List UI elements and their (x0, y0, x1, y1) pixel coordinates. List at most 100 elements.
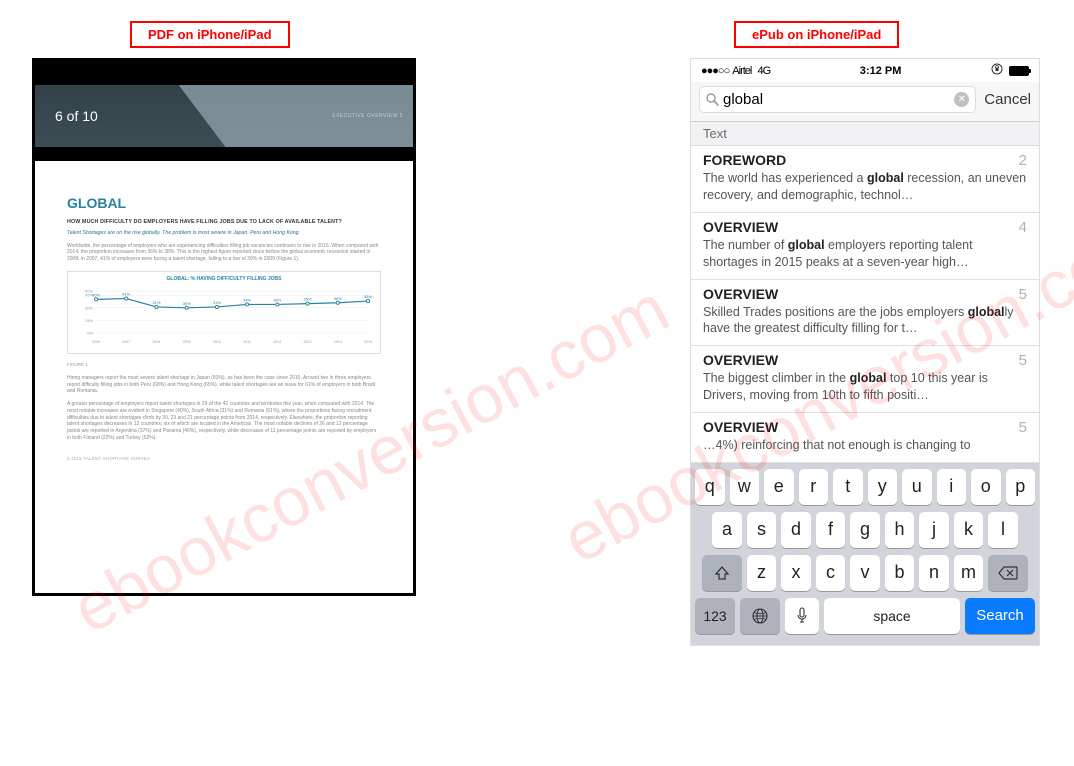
backspace-icon (998, 566, 1018, 580)
pdf-para1: Worldwide, the percentage of employers w… (67, 243, 381, 263)
result-snippet: …4%) reinforcing that not enough is chan… (703, 437, 1027, 454)
cancel-button[interactable]: Cancel (984, 91, 1031, 108)
keyboard: qwertyuiop asdfghjkl zxcvbnm 123 space S… (691, 463, 1039, 645)
key-x[interactable]: x (781, 555, 811, 591)
search-field[interactable]: ✕ (699, 86, 976, 113)
key-t[interactable]: t (833, 469, 863, 505)
result-snippet: The world has experienced a global reces… (703, 170, 1027, 204)
page-counter: 6 of 10 (55, 108, 98, 124)
svg-text:40%: 40% (92, 292, 100, 297)
svg-text:34%: 34% (273, 297, 281, 302)
pdf-heading: GLOBAL (67, 195, 381, 211)
svg-text:30%: 30% (183, 301, 191, 306)
svg-text:36%: 36% (334, 296, 342, 301)
key-search[interactable]: Search (965, 598, 1035, 634)
pdf-para3: A greater percentage of employers report… (67, 401, 381, 442)
result-title: OVERVIEW (703, 286, 778, 302)
pdf-chart: GLOBAL: % HAVING DIFFICULTY FILLING JOBS… (67, 271, 381, 354)
svg-text:31%: 31% (152, 300, 160, 305)
svg-text:2010: 2010 (213, 340, 221, 344)
search-result[interactable]: FOREWORD 2 The world has experienced a g… (691, 146, 1039, 213)
results-list[interactable]: FOREWORD 2 The world has experienced a g… (691, 146, 1039, 463)
key-p[interactable]: p (1006, 469, 1036, 505)
result-title: OVERVIEW (703, 219, 778, 235)
label-pdf: PDF on iPhone/iPad (130, 21, 290, 48)
label-epub: ePub on iPhone/iPad (734, 21, 899, 48)
search-icon (706, 93, 719, 106)
key-123[interactable]: 123 (695, 598, 735, 634)
result-snippet: Skilled Trades positions are the jobs em… (703, 304, 1027, 338)
key-i[interactable]: i (937, 469, 967, 505)
clear-search-button[interactable]: ✕ (954, 92, 969, 107)
svg-text:15%: 15% (85, 318, 93, 323)
key-r[interactable]: r (799, 469, 829, 505)
svg-text:2015: 2015 (364, 340, 372, 344)
key-v[interactable]: v (850, 555, 880, 591)
figure-caption: FIGURE 1 (67, 362, 381, 367)
key-f[interactable]: f (816, 512, 846, 548)
result-title: OVERVIEW (703, 352, 778, 368)
search-input[interactable] (723, 91, 954, 108)
search-result[interactable]: OVERVIEW 5 Skilled Trades positions are … (691, 280, 1039, 347)
svg-text:38%: 38% (364, 294, 372, 299)
key-g[interactable]: g (850, 512, 880, 548)
chart-svg: 0%15%30%45%50%20062007200820092010201120… (74, 285, 374, 345)
svg-text:2007: 2007 (122, 340, 130, 344)
orientation-lock-icon (991, 63, 1003, 78)
key-b[interactable]: b (885, 555, 915, 591)
section-label: EXECUTIVE OVERVIEW 5 (332, 113, 403, 119)
shift-icon (714, 565, 730, 581)
pdf-para2: Hiring managers report the most severe t… (67, 375, 381, 395)
pdf-footer: 5 2015 TALENT SHORTAGE SURVEY (67, 456, 381, 461)
svg-text:30%: 30% (85, 305, 93, 310)
globe-icon (751, 607, 769, 625)
key-y[interactable]: y (868, 469, 898, 505)
key-backspace[interactable] (988, 555, 1028, 591)
key-globe[interactable] (740, 598, 780, 634)
result-title: OVERVIEW (703, 419, 778, 435)
svg-text:2011: 2011 (243, 340, 251, 344)
key-c[interactable]: c (816, 555, 846, 591)
key-space[interactable]: space (824, 598, 960, 634)
pdf-banner: 6 of 10 EXECUTIVE OVERVIEW 5 (35, 85, 413, 147)
key-j[interactable]: j (919, 512, 949, 548)
key-d[interactable]: d (781, 512, 811, 548)
search-result[interactable]: OVERVIEW 5 …4%) reinforcing that not eno… (691, 413, 1039, 463)
svg-text:2009: 2009 (183, 340, 191, 344)
key-shift[interactable] (702, 555, 742, 591)
key-a[interactable]: a (712, 512, 742, 548)
key-e[interactable]: e (764, 469, 794, 505)
svg-text:0%: 0% (87, 330, 93, 335)
svg-text:2006: 2006 (92, 340, 100, 344)
epub-search-viewer: ●●●○○ Airtel 4G 3:12 PM ✕ Cancel Text FO… (690, 58, 1040, 646)
search-result[interactable]: OVERVIEW 5 The biggest climber in the gl… (691, 346, 1039, 413)
key-mic[interactable] (785, 598, 819, 634)
status-time: 3:12 PM (860, 65, 902, 77)
signal-carrier: ●●●○○ Airtel 4G (701, 65, 770, 77)
key-q[interactable]: q (695, 469, 725, 505)
key-h[interactable]: h (885, 512, 915, 548)
key-m[interactable]: m (954, 555, 984, 591)
key-s[interactable]: s (747, 512, 777, 548)
search-result[interactable]: OVERVIEW 4 The number of global employer… (691, 213, 1039, 280)
key-u[interactable]: u (902, 469, 932, 505)
status-bar: ●●●○○ Airtel 4G 3:12 PM (691, 59, 1039, 82)
key-n[interactable]: n (919, 555, 949, 591)
results-section-header: Text (691, 122, 1039, 146)
result-snippet: The number of global employers reporting… (703, 237, 1027, 271)
result-snippet: The biggest climber in the global top 10… (703, 370, 1027, 404)
key-k[interactable]: k (954, 512, 984, 548)
key-o[interactable]: o (971, 469, 1001, 505)
pdf-viewer: 6 of 10 EXECUTIVE OVERVIEW 5 GLOBAL HOW … (32, 58, 416, 596)
battery-icon (1009, 66, 1029, 76)
key-w[interactable]: w (730, 469, 760, 505)
mic-icon (795, 607, 809, 625)
pdf-divider (35, 147, 413, 161)
chart-title: GLOBAL: % HAVING DIFFICULTY FILLING JOBS (74, 276, 374, 282)
key-l[interactable]: l (988, 512, 1018, 548)
pdf-body[interactable]: GLOBAL HOW MUCH DIFFICULTY DO EMPLOYERS … (35, 161, 413, 471)
search-bar: ✕ Cancel (691, 82, 1039, 122)
svg-text:35%: 35% (304, 296, 312, 301)
svg-text:2008: 2008 (152, 340, 160, 344)
key-z[interactable]: z (747, 555, 777, 591)
